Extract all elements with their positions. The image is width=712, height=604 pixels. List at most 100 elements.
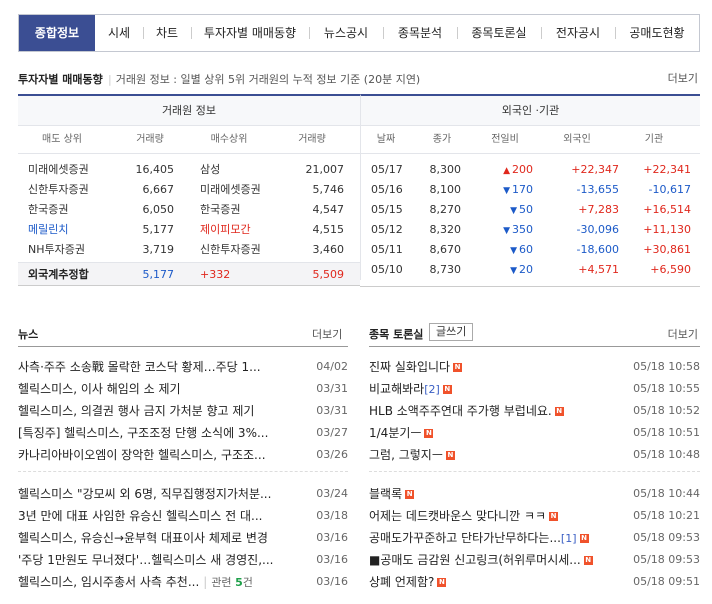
board-post-title[interactable]: 어제는 데드캣바운스 맞다니깐 ㅋㅋ N <box>369 505 559 527</box>
news-item[interactable]: 카나리아바이오엠이 장악한 헬릭스미스, 구조조... 03/26 <box>18 444 348 466</box>
news-title[interactable]: 헬릭스미스, 이사 해임의 소 제기 <box>18 378 181 400</box>
broker-buy-name[interactable]: 한국증권 <box>174 200 278 220</box>
news-item[interactable]: 헬릭스미스, 이사 해임의 소 제기 03/31 <box>18 378 348 400</box>
tab-news[interactable]: 뉴스공시 <box>309 15 383 51</box>
news-title[interactable]: 사측·주주 소송戰 몰락한 코스닥 황제…주당 1... <box>18 356 261 378</box>
broker-sell-name[interactable]: 미래에셋증권 <box>18 160 118 180</box>
news-title[interactable]: '주당 1만원도 무너졌다'…헬릭스미스 새 경영진,... <box>18 549 273 571</box>
row-change: ▼ 50 <box>461 200 533 220</box>
news-item[interactable]: 사측·주주 소송戰 몰락한 코스닥 황제…주당 1... 04/02 <box>18 356 348 378</box>
board-post-text[interactable]: 공매도가꾸준하고 단타가난무하다는... <box>369 531 561 545</box>
news-item[interactable]: 헬릭스미스 "강모씨 외 6명, 직무집행정지가처분... 03/24 <box>18 483 348 505</box>
foreign-sum-row: 외국계추정합 5,177 +332 5,509 <box>18 262 360 286</box>
news-title-text[interactable]: 카나리아바이오엠이 장악한 헬릭스미스, 구조조... <box>18 448 266 462</box>
tab-chart[interactable]: 차트 <box>143 15 191 51</box>
board-post-title[interactable]: 진짜 실화입니다 N <box>369 356 463 378</box>
news-date: 03/16 <box>316 575 348 588</box>
row-foreign: +7,283 <box>578 203 619 216</box>
board-post-text[interactable]: 그럼, 그렇지ㅡ <box>369 448 443 462</box>
news-item[interactable]: 헬릭스미스, 유승신→윤부혁 대표이사 체제로 변경 03/16 <box>18 527 348 549</box>
news-title-text[interactable]: 사측·주주 소송戰 몰락한 코스닥 황제…주당 1... <box>18 360 261 374</box>
news-title[interactable]: 3년 만에 대표 사임한 유승신 헬릭스미스 전 대... <box>18 505 263 527</box>
board-item[interactable]: 상폐 언제함? N 05/18 09:51 <box>369 571 700 593</box>
news-title[interactable]: [특징주] 헬릭스미스, 구조조정 단행 소식에 3%... <box>18 422 268 444</box>
news-title-text[interactable]: 헬릭스미스, 임시주총서 사측 추천... <box>18 575 199 589</box>
board-post-text[interactable]: ■공매도 금감원 신고링크(허위루머시세... <box>369 553 581 567</box>
news-more-link[interactable]: 더보기 <box>312 326 342 342</box>
board-item[interactable]: ■공매도 금감원 신고링크(허위루머시세... N 05/18 09:53 <box>369 549 700 571</box>
news-title-text[interactable]: '주당 1만원도 무너졌다'…헬릭스미스 새 경영진,... <box>18 553 273 567</box>
board-more-link[interactable]: 더보기 <box>668 326 698 342</box>
row-foreign: -18,600 <box>576 243 619 256</box>
foreign-row: 05/11 8,670 ▼ 60 -18,600 +30,861 <box>361 240 700 260</box>
board-post-text[interactable]: 진짜 실화입니다 <box>369 360 450 374</box>
broker-sell-name[interactable]: NH투자증권 <box>18 240 118 260</box>
new-badge-icon: N <box>405 490 415 499</box>
row-institution: +16,514 <box>643 203 691 216</box>
news-title-text[interactable]: 3년 만에 대표 사임한 유승신 헬릭스미스 전 대... <box>18 509 263 523</box>
board-item[interactable]: 블랙록 N 05/18 10:44 <box>369 483 700 505</box>
board-post-title[interactable]: 비교해봐라[2] N <box>369 378 452 401</box>
board-post-title[interactable]: 1/4분기ㅡ N <box>369 422 434 444</box>
news-title-text[interactable]: 헬릭스미스, 유승신→윤부혁 대표이사 체제로 변경 <box>18 531 268 545</box>
news-title-text[interactable]: 헬릭스미스 "강모씨 외 6명, 직무집행정지가처분... <box>18 487 271 501</box>
tab-investor-trading[interactable]: 투자자별 매매동향 <box>191 15 309 51</box>
news-item[interactable]: 헬릭스미스, 의결권 행사 금지 가처분 향고 제기 03/31 <box>18 400 348 422</box>
board-item[interactable]: 공매도가꾸준하고 단타가난무하다는...[1] N 05/18 09:53 <box>369 527 700 549</box>
board-item[interactable]: 1/4분기ㅡ N 05/18 10:51 <box>369 422 700 444</box>
broker-sell-name[interactable]: 한국증권 <box>18 200 118 220</box>
board-post-title[interactable]: 그럼, 그렇지ㅡ N <box>369 444 455 466</box>
write-post-button[interactable]: 글쓰기 <box>429 323 474 341</box>
news-item[interactable]: [특징주] 헬릭스미스, 구조조정 단행 소식에 3%... 03/27 <box>18 422 348 444</box>
board-post-title[interactable]: HLB 소액주주연대 주가행 부럽네요. N <box>369 400 564 422</box>
tab-price[interactable]: 시세 <box>95 15 143 51</box>
board-item[interactable]: 비교해봐라[2] N 05/18 10:55 <box>369 378 700 400</box>
broker-buy-name[interactable]: 미래에셋증권 <box>174 180 278 200</box>
news-title-text[interactable]: 헬릭스미스, 의결권 행사 금지 가처분 향고 제기 <box>18 404 254 418</box>
broker-sell-name[interactable]: 메릴린치 <box>18 220 118 240</box>
board-post-text[interactable]: HLB 소액주주연대 주가행 부럽네요. <box>369 404 552 418</box>
broker-buy-name[interactable]: 삼성 <box>174 160 278 180</box>
tab-analysis[interactable]: 종목분석 <box>383 15 457 51</box>
broker-buy-name[interactable]: 신한투자증권 <box>174 240 278 260</box>
board-post-title[interactable]: ■공매도 금감원 신고링크(허위루머시세... N <box>369 549 593 571</box>
news-date: 03/27 <box>316 426 348 439</box>
row-change-value: 60 <box>519 243 533 256</box>
board-post-text[interactable]: 어제는 데드캣바운스 맞다니깐 ㅋㅋ <box>369 509 546 523</box>
board-post-text[interactable]: 블랙록 <box>369 487 402 501</box>
tab-disclosure[interactable]: 전자공시 <box>541 15 615 51</box>
broker-buy-name[interactable]: 제이피모간 <box>174 220 278 240</box>
board-post-text[interactable]: 1/4분기ㅡ <box>369 426 421 440</box>
row-institution: -10,617 <box>648 183 691 196</box>
news-item[interactable]: 헬릭스미스, 임시주총서 사측 추천... | 관련 5건 03/16 <box>18 571 348 593</box>
news-title[interactable]: 헬릭스미스 "강모씨 외 6명, 직무집행정지가처분... <box>18 483 271 505</box>
board-item[interactable]: 어제는 데드캣바운스 맞다니깐 ㅋㅋ N 05/18 10:21 <box>369 505 700 527</box>
broker-sell-name[interactable]: 신한투자증권 <box>18 180 118 200</box>
foreign-table-bottom-border <box>360 286 700 287</box>
board-post-title[interactable]: 상폐 언제함? N <box>369 571 447 593</box>
news-item[interactable]: '주당 1만원도 무너졌다'…헬릭스미스 새 경영진,... 03/16 <box>18 549 348 571</box>
news-title[interactable]: 카나리아바이오엠이 장악한 헬릭스미스, 구조조... <box>18 444 266 466</box>
board-post-text[interactable]: 비교해봐라 <box>369 382 424 396</box>
investor-more-link[interactable]: 더보기 <box>668 70 698 86</box>
tab-short-selling[interactable]: 공매도현황 <box>615 15 699 51</box>
tab-discussion[interactable]: 종목토론실 <box>457 15 541 51</box>
news-title-text[interactable]: 헬릭스미스, 이사 해임의 소 제기 <box>18 382 181 396</box>
board-post-text[interactable]: 상폐 언제함? <box>369 575 434 589</box>
tab-summary[interactable]: 종합정보 <box>19 15 95 51</box>
news-title[interactable]: 헬릭스미스, 유승신→윤부혁 대표이사 체제로 변경 <box>18 527 268 549</box>
new-badge-icon: N <box>554 407 564 416</box>
news-related[interactable]: 관련 5건 <box>211 576 253 589</box>
foreign-group-header: 외국인 ·기관 <box>361 96 700 126</box>
news-title-text[interactable]: [특징주] 헬릭스미스, 구조조정 단행 소식에 3%... <box>18 426 268 440</box>
news-item[interactable]: 3년 만에 대표 사임한 유승신 헬릭스미스 전 대... 03/18 <box>18 505 348 527</box>
board-post-title[interactable]: 블랙록 N <box>369 483 415 505</box>
news-title[interactable]: 헬릭스미스, 의결권 행사 금지 가처분 향고 제기 <box>18 400 254 422</box>
board-post-title[interactable]: 공매도가꾸준하고 단타가난무하다는...[1] N <box>369 527 589 550</box>
row-change: ▲ 200 <box>461 160 533 180</box>
news-title[interactable]: 헬릭스미스, 임시주총서 사측 추천... | 관련 5건 <box>18 571 253 594</box>
board-item[interactable]: HLB 소액주주연대 주가행 부럽네요. N 05/18 10:52 <box>369 400 700 422</box>
down-arrow-icon: ▼ <box>503 186 510 196</box>
board-item[interactable]: 진짜 실화입니다 N 05/18 10:58 <box>369 356 700 378</box>
board-item[interactable]: 그럼, 그렇지ㅡ N 05/18 10:48 <box>369 444 700 466</box>
